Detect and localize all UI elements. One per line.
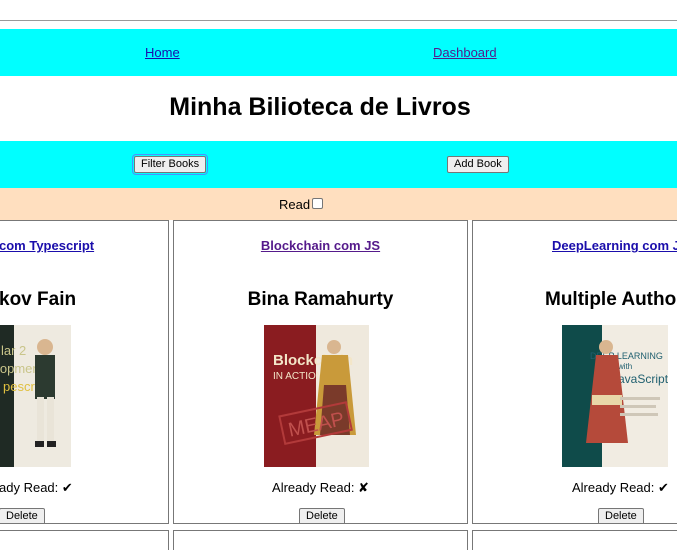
dashboard-link[interactable]: Dashboard xyxy=(433,45,497,60)
book-title-link[interactable]: Blockchain com JS xyxy=(174,238,467,253)
home-link[interactable]: Home xyxy=(145,45,180,60)
read-filter-checkbox[interactable] xyxy=(312,198,323,209)
book-card: Blockchain com JS Bina Ramahurty Blockch… xyxy=(173,220,468,524)
filter-books-button[interactable]: Filter Books xyxy=(131,154,209,175)
read-filter-label: Read xyxy=(279,197,311,212)
read-status: Already Read: ✘ xyxy=(272,480,369,495)
add-book-button[interactable]: Add Book xyxy=(447,156,509,173)
page-title: Minha Bilioteca de Livros xyxy=(169,93,471,121)
book-title-link[interactable]: com Typescript xyxy=(0,238,168,253)
next-row-card xyxy=(0,530,169,550)
delete-button[interactable]: Delete xyxy=(0,508,45,523)
read-filter-bar: Read xyxy=(0,188,677,220)
book-cover-image: DEEP LEARNING with JavaScript xyxy=(562,325,668,467)
book-author: Multiple Author xyxy=(545,289,677,310)
next-row-card xyxy=(173,530,468,550)
cover-text: lar 2 xyxy=(1,343,26,358)
read-status: ady Read: ✔ xyxy=(0,480,73,495)
book-author: kov Fain xyxy=(0,289,77,310)
read-status: Already Read: ✔ xyxy=(572,480,669,495)
top-divider xyxy=(0,20,677,21)
book-title-link[interactable]: DeepLearning com J xyxy=(552,238,677,253)
book-card: com Typescript kov Fain lar 2 lopment pe… xyxy=(0,220,169,524)
delete-button[interactable]: Delete xyxy=(299,508,345,523)
nav-bar: Home Dashboard xyxy=(0,29,677,76)
book-author: Bina Ramahurty xyxy=(247,289,394,310)
book-cover-image: Blockchain IN ACTION MEAP xyxy=(264,325,369,467)
next-row-card xyxy=(472,530,677,550)
book-card: DeepLearning com J Multiple Author DEEP … xyxy=(472,220,677,524)
delete-button[interactable]: Delete xyxy=(598,508,644,523)
toolbar: Filter Books Add Book xyxy=(0,141,677,188)
book-cover-image: lar 2 lopment pescript xyxy=(0,325,71,467)
cover-text: IN ACTION xyxy=(273,371,323,382)
